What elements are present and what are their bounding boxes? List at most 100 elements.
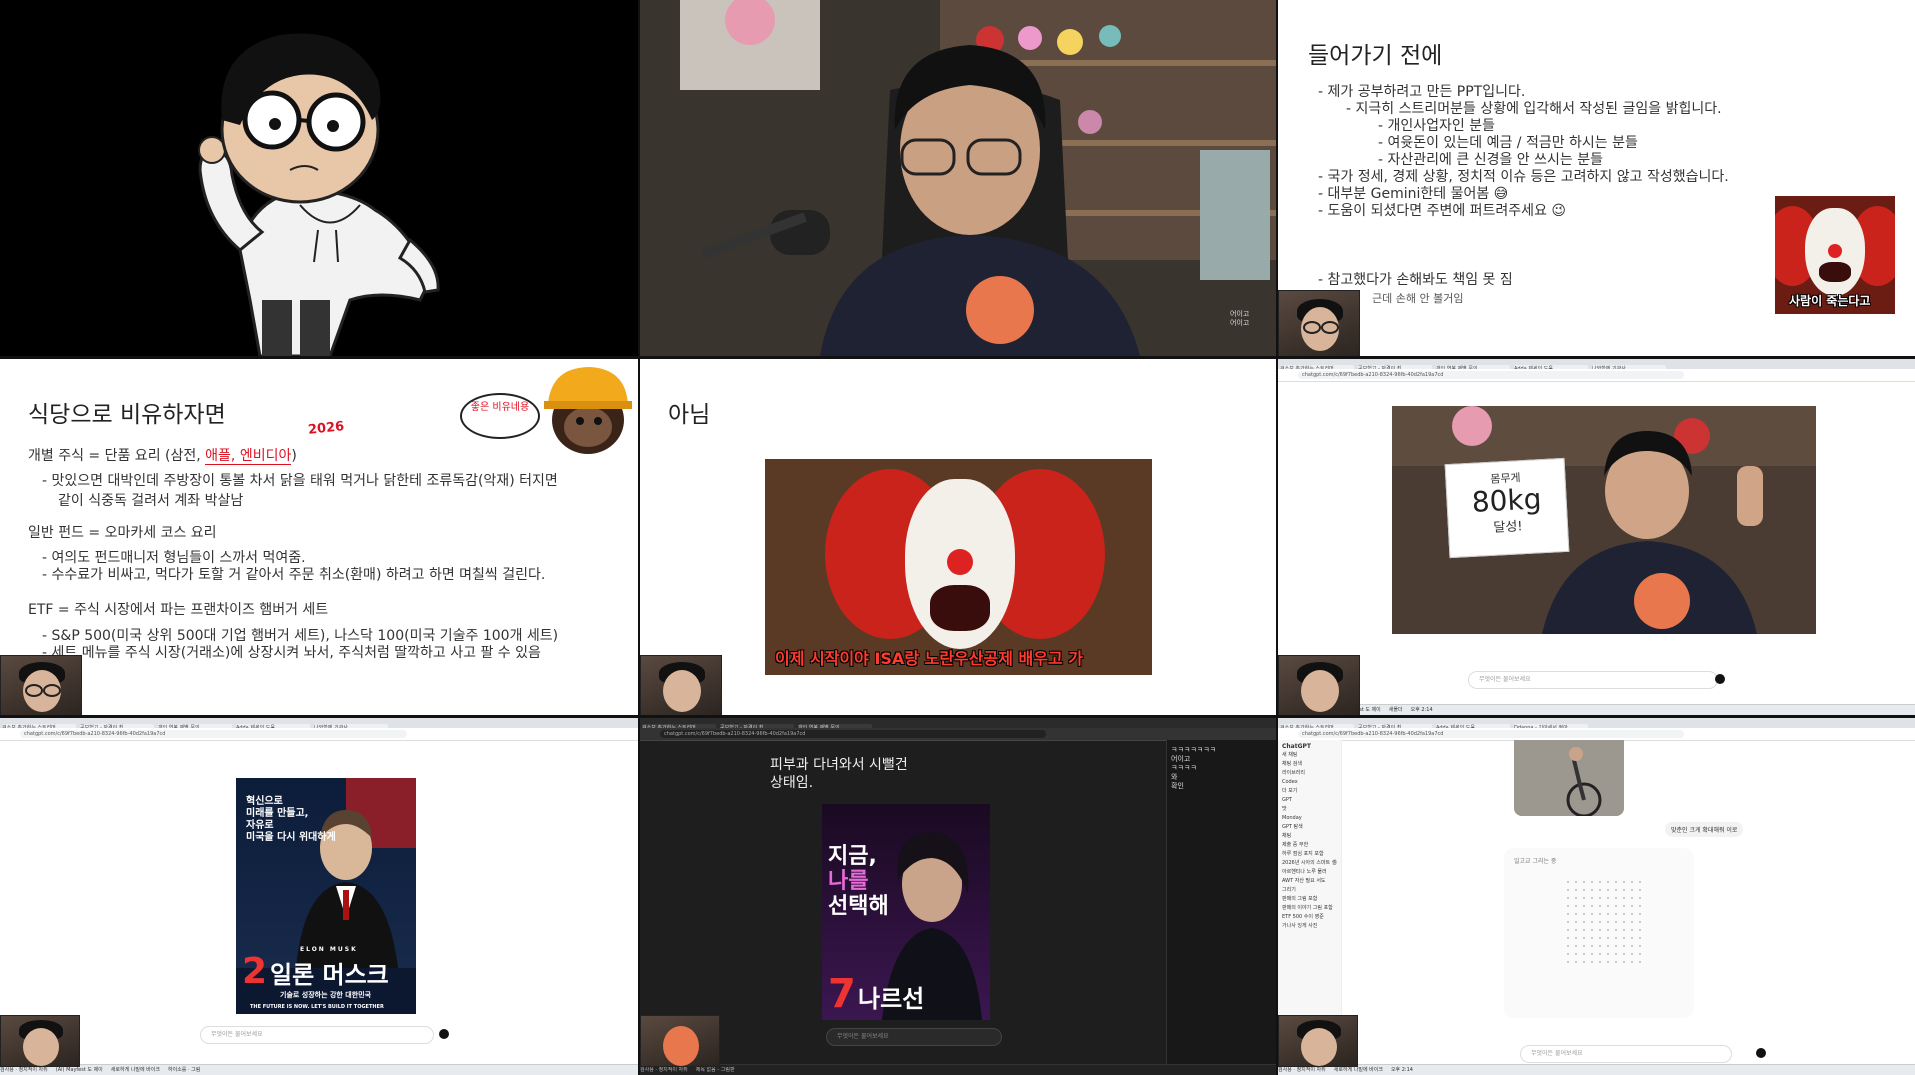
send-button[interactable] <box>1715 674 1725 684</box>
os-taskbar: 검사용 · 정치적이 자취(Al) Mayfest 도 제이새폴더오후 2:14 <box>1278 704 1915 715</box>
chat-line: 어이고 <box>1230 310 1250 318</box>
taskbar-item[interactable]: 새폴더 <box>1389 707 1403 713</box>
taskbar-item[interactable]: 새로하게 나밑에 바이크 <box>1334 1067 1383 1073</box>
sidebar-item[interactable]: 맛 <box>1282 805 1337 814</box>
sidebar-item[interactable]: 판매의 그림 포함 <box>1282 895 1337 904</box>
sidebar-item[interactable]: 새 채팅 <box>1282 751 1337 760</box>
generated-image-bike <box>1514 740 1624 816</box>
url-input[interactable]: chatgpt.com/c/69f7bedb-a210-8324-96fb-40… <box>1298 730 1685 738</box>
tile-browser-musk-poster: 검소보 추가하는 스트리머공보험고 - 자격이 최개인 연봉 제별 문의Adda… <box>0 718 638 1075</box>
chat-line: ㅋㅋㅋㅋ <box>1171 764 1197 772</box>
sub-bullets: 맛있으면 대박인데 주방장이 통볼 차서 닭을 태워 먹거나 닭한테 조류독감(… <box>42 473 558 490</box>
taskbar-item[interactable]: 검사용 · 정치적이 자취 <box>1278 1067 1326 1073</box>
taskbar-item[interactable]: 하이소를 · 그림 <box>168 1067 200 1073</box>
slide-title: 아님 <box>668 402 711 428</box>
speech-text: 좋은 비유네용 <box>470 402 530 413</box>
sidebar-item[interactable]: 채팅 <box>1282 832 1337 841</box>
tile-slide-no: 아님 이제 시작이야 ISA랑 노란우산공제 배우고 가 <box>640 359 1276 715</box>
taskbar-item[interactable]: 검사용 · 정치적이 자취 <box>0 1067 48 1073</box>
os-taskbar: 검사용 · 정치적이 자취 새로하게 나밑에 바이크 오후 2:14 <box>1278 1064 1915 1075</box>
tile-stream-choice-poster: 검소보 추가하는 스트리머공보험고 - 자격이 최개인 연봉 제별 문의 cha… <box>640 718 1276 1075</box>
headline-line: 선택해 <box>828 894 889 919</box>
chat-prompt-input[interactable]: 무엇이든 물어보세요 <box>1468 671 1718 689</box>
sidebar-item[interactable]: 2026년 시아의 스마트 셀러 <box>1282 859 1337 868</box>
line-etf: ETF = 주식 시장에서 파는 프랜차이즈 햄버거 세트 <box>28 602 329 618</box>
loading-label: 일고교 그리는 중 <box>1514 858 1557 865</box>
cartoon-character-illustration <box>0 0 638 356</box>
bullet: 여의도 펀드매니저 형님들이 스까서 먹여줌. <box>42 550 545 567</box>
url-input[interactable]: chatgpt.com/c/69f7bedb-a210-8324-96fb-40… <box>1298 371 1685 379</box>
chat-overlay: 어이고 어이고 <box>1230 310 1249 328</box>
meme-caption: 사람이 죽는다고 <box>1789 294 1871 308</box>
multi-tile-stream-layout: 어이고 어이고 들어가기 전에 제가 공부하려고 만든 PPT입니다. 지극히 … <box>0 0 1915 1075</box>
tagline-line: 미래를 만들고, <box>246 808 309 819</box>
sidebar-item[interactable]: 판매의 이야기 그림 포함 <box>1282 904 1337 913</box>
weight-sign: 몸무게 80kg 달성! <box>1444 457 1570 559</box>
sidebar-item[interactable]: GPT 탐색 <box>1282 823 1337 832</box>
webcam-overlay <box>1278 1015 1358 1067</box>
taskbar-item[interactable]: 제목 없음 - 그림판 <box>696 1067 735 1073</box>
slide-title: 들어가기 전에 <box>1308 43 1443 69</box>
highlight-text: 애플, 엔비디아 <box>205 448 292 465</box>
sidebar-item[interactable]: AWT 자산 필요 서도 <box>1282 877 1337 886</box>
headline-line: 지금, <box>828 844 877 869</box>
sub-bullets: S&P 500(미국 상위 500대 기업 햄버거 세트), 나스닥 100(미… <box>42 628 559 662</box>
poster-number: 7 <box>828 971 856 1017</box>
browser-url-bar: chatgpt.com/c/69f7bedb-a210-8324-96fb-40… <box>1278 369 1915 382</box>
taskbar-clock: 오후 2:14 <box>1390 1067 1413 1073</box>
os-taskbar: 검사용 · 정치적이 자취 (Al) Mayfest 도 제이 새로하게 나밑에 바… <box>0 1064 638 1075</box>
taskbar-item[interactable]: 검사용 · 정치적이 자취 <box>640 1067 688 1073</box>
sidebar-item[interactable]: 더 보기 <box>1282 787 1337 796</box>
sidebar-item[interactable]: GPT <box>1282 796 1337 805</box>
line-fund: 일반 펀드 = 오마카세 코스 요리 <box>28 525 217 541</box>
taskbar-item[interactable]: 새로하게 나밑에 바이크 <box>111 1067 160 1073</box>
sidebar-item[interactable]: 제출 중 무한 <box>1282 841 1337 850</box>
os-taskbar: 검사용 · 정치적이 자취 제목 없음 - 그림판 <box>640 1064 1276 1075</box>
bullet: 여윳돈이 있는데 예금 / 적금만 하시는 분들 <box>1318 135 1729 152</box>
poster-footer: THE FUTURE IS NOW. LET'S BUILD IT TOGETH… <box>250 1004 384 1010</box>
tile-chatgpt-ui: 검소보 추가하는 스트리머공보험고 - 자격이 최Adda 제세의 도움Ddan… <box>1278 718 1915 1075</box>
webcam-overlay <box>640 1015 720 1067</box>
user-message: 맞춘인 크게 확대해줘 이로 <box>1665 822 1744 837</box>
line-text: ) <box>291 448 297 464</box>
poster-number: 2 <box>242 951 268 992</box>
url-input[interactable]: chatgpt.com/c/69f7bedb-a210-8324-96fb-40… <box>20 730 407 738</box>
clown-meme-image: 사람이 죽는다고 <box>1775 196 1895 314</box>
tagline-line: 혁신으로 <box>246 796 283 807</box>
chat-line: ㅋㅋㅋㅋㅋㅋㅋ <box>1171 746 1217 754</box>
chat-line: 와 <box>1171 773 1178 781</box>
send-button[interactable] <box>1756 1048 1766 1058</box>
taskbar-item[interactable]: (Al) Mayfest 도 제이 <box>56 1067 103 1073</box>
poster-name: 나르선 <box>858 985 925 1013</box>
send-button[interactable] <box>439 1029 449 1039</box>
chat-prompt-input[interactable]: 무엇이든 물어보세요 <box>1520 1045 1732 1063</box>
chat-prompt-input[interactable]: 무엇이든 물어보세요 <box>826 1028 1002 1046</box>
sidebar-item[interactable]: 그리기 <box>1282 886 1337 895</box>
browser-url-bar: chatgpt.com/c/69f7bedb-a210-8324-96fb-40… <box>0 728 638 741</box>
sidebar-item[interactable]: 가나사 잉게 사진 <box>1282 922 1337 931</box>
bullet: 자산관리에 큰 신경을 안 쓰시는 분들 <box>1318 152 1729 169</box>
campaign-poster-choice: 지금, 나를 선택해 7 나르선 <box>822 804 990 1020</box>
line-text: 개별 주식 = 단품 요리 (삼전, <box>28 448 206 464</box>
sidebar-item[interactable]: 라이브러리 <box>1282 769 1337 778</box>
bullet-continuation: 같이 식중독 걸려서 계좌 박살남 <box>58 493 244 509</box>
tagline-line: 미국을 다시 위대하게 <box>246 832 336 843</box>
browser-tab-bar: 검소보 추가하는 스트리머공보험고 - 자격이 최Adda 제세의 도움Ddan… <box>1278 718 1915 732</box>
image-generating-placeholder: 일고교 그리는 중 <box>1504 848 1694 1018</box>
poster-subtitle: 기술로 성장하는 강한 대한민국 <box>280 991 372 999</box>
poster-tagline: 혁신으로 미래를 만들고, 자유로 미국을 다시 위대하게 <box>246 796 336 844</box>
meme-caption: 이제 시작이야 ISA랑 노란우산공제 배우고 가 <box>775 649 1083 668</box>
webcam-overlay <box>1278 655 1360 715</box>
url-input[interactable]: chatgpt.com/c/69f7bedb-a210-8324-96fb-40… <box>660 730 1046 738</box>
browser-tab-bar: 검소보 추가하는 스트리머공보험고 - 자격이 최개인 연봉 제별 문의Adda… <box>1278 359 1915 373</box>
bullet: 국가 정세, 경제 상황, 정치적 이슈 등은 고려하지 않고 작성했습니다. <box>1318 169 1729 186</box>
sidebar-item[interactable]: Monday <box>1282 814 1337 823</box>
sidebar-item[interactable]: 아르헨티나 노루 물러 <box>1282 868 1337 877</box>
sidebar-item[interactable]: 채팅 검색 <box>1282 760 1337 769</box>
sidebar-item[interactable]: ETF 500 수이 영준 <box>1282 913 1337 922</box>
headline-line: 나를 <box>828 869 869 894</box>
sidebar-item[interactable]: Codex <box>1282 778 1337 787</box>
loading-dots <box>1564 878 1644 968</box>
chat-prompt-input[interactable]: 무엇이든 물어보세요 <box>200 1026 434 1044</box>
sidebar-item[interactable]: 하루 점심 포지 포함 <box>1282 850 1337 859</box>
